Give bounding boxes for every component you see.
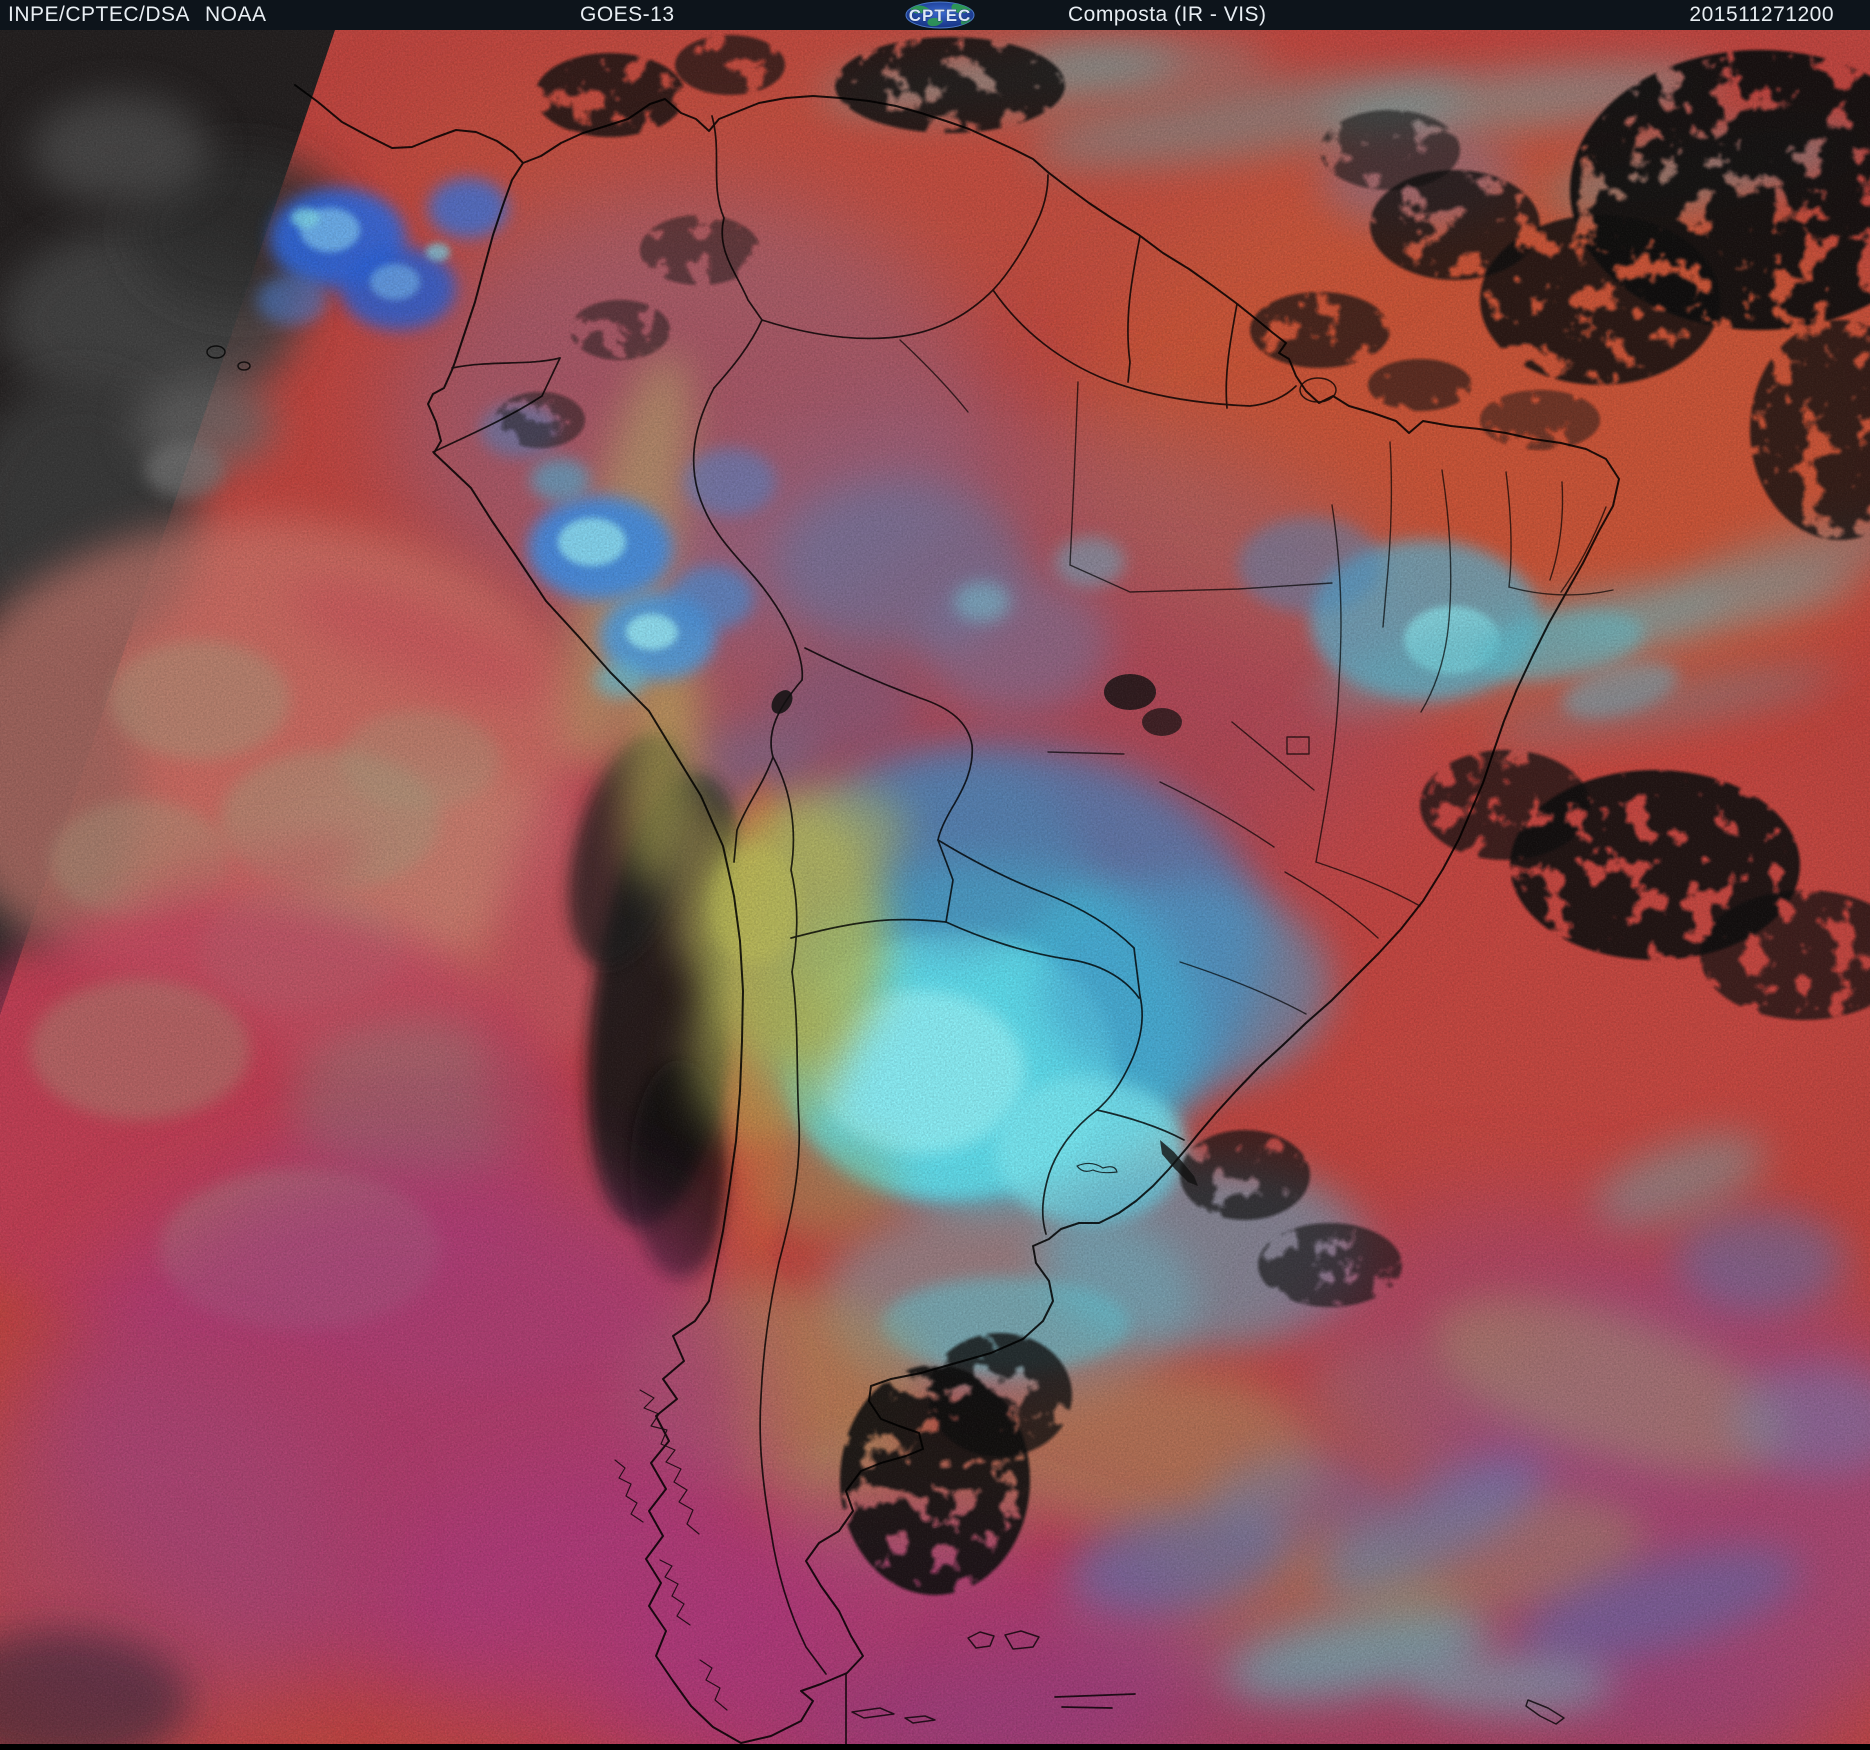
noaa-label: NOAA bbox=[205, 2, 267, 28]
product-label: Composta (IR - VIS) bbox=[1068, 2, 1267, 28]
satellite-label: GOES-13 bbox=[580, 2, 675, 28]
title-bar: INPE/CPTEC/DSA NOAA GOES-13 CPTEC Compos… bbox=[0, 0, 1870, 30]
satellite-image-stage bbox=[0, 0, 1870, 1750]
logo-text: CPTEC bbox=[909, 6, 972, 25]
light-grain-overlay bbox=[0, 30, 1870, 1744]
timestamp-label: 201511271200 bbox=[1689, 2, 1834, 28]
satellite-map-canvas bbox=[0, 0, 1870, 1750]
cptec-logo: CPTEC bbox=[903, 1, 977, 29]
agency-label: INPE/CPTEC/DSA bbox=[8, 2, 190, 28]
bottom-gap-bar bbox=[0, 1744, 1870, 1750]
